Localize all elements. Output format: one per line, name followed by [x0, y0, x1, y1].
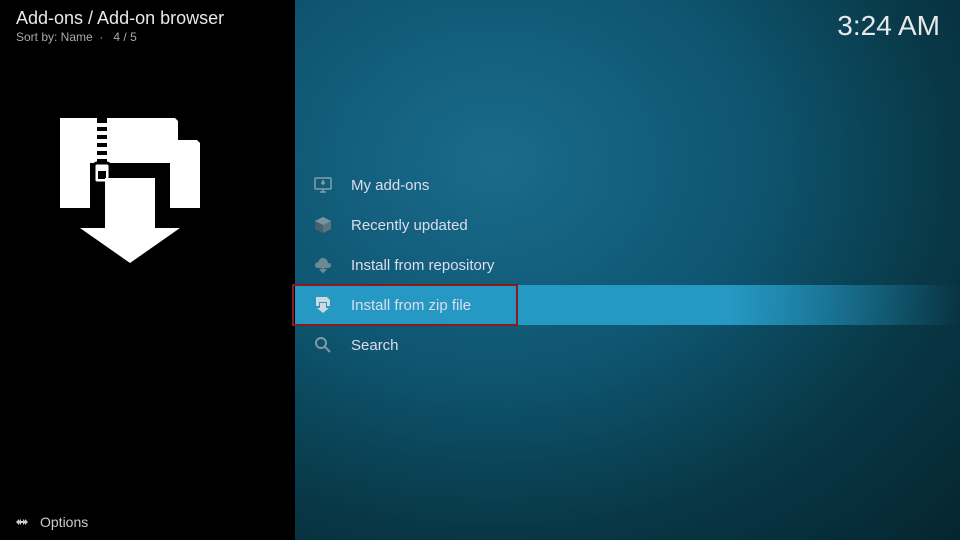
zip-file-icon — [313, 295, 333, 315]
install-zip-large-icon — [50, 118, 205, 263]
list-position: 4 / 5 — [113, 30, 136, 44]
menu-label: Search — [351, 337, 399, 354]
options-arrows-icon — [14, 514, 30, 530]
options-label: Options — [40, 514, 88, 530]
main-panel: 3:24 AM My add-ons — [295, 0, 960, 540]
menu-list: My add-ons Recently updated — [295, 165, 960, 365]
menu-label: Install from zip file — [351, 297, 471, 314]
menu-item-install-from-zip-file[interactable]: Install from zip file — [295, 285, 960, 325]
monitor-icon — [313, 175, 333, 195]
header: Add-ons / Add-on browser Sort by: Name ·… — [16, 8, 224, 44]
menu-item-install-from-repository[interactable]: Install from repository — [295, 245, 960, 285]
cloud-download-icon — [313, 255, 333, 275]
menu-label: Install from repository — [351, 257, 494, 274]
subheader: Sort by: Name · 4 / 5 — [16, 30, 224, 44]
menu-item-my-addons[interactable]: My add-ons — [295, 165, 960, 205]
sidebar: Add-ons / Add-on browser Sort by: Name ·… — [0, 0, 295, 540]
footer-options[interactable]: Options — [14, 514, 88, 530]
clock: 3:24 AM — [837, 10, 940, 42]
menu-item-search[interactable]: Search — [295, 325, 960, 365]
sort-label: Sort by: Name — [16, 30, 93, 44]
menu-label: My add-ons — [351, 177, 429, 194]
menu-label: Recently updated — [351, 217, 468, 234]
breadcrumb: Add-ons / Add-on browser — [16, 8, 224, 29]
search-icon — [313, 335, 333, 355]
menu-item-recently-updated[interactable]: Recently updated — [295, 205, 960, 245]
box-icon — [313, 215, 333, 235]
